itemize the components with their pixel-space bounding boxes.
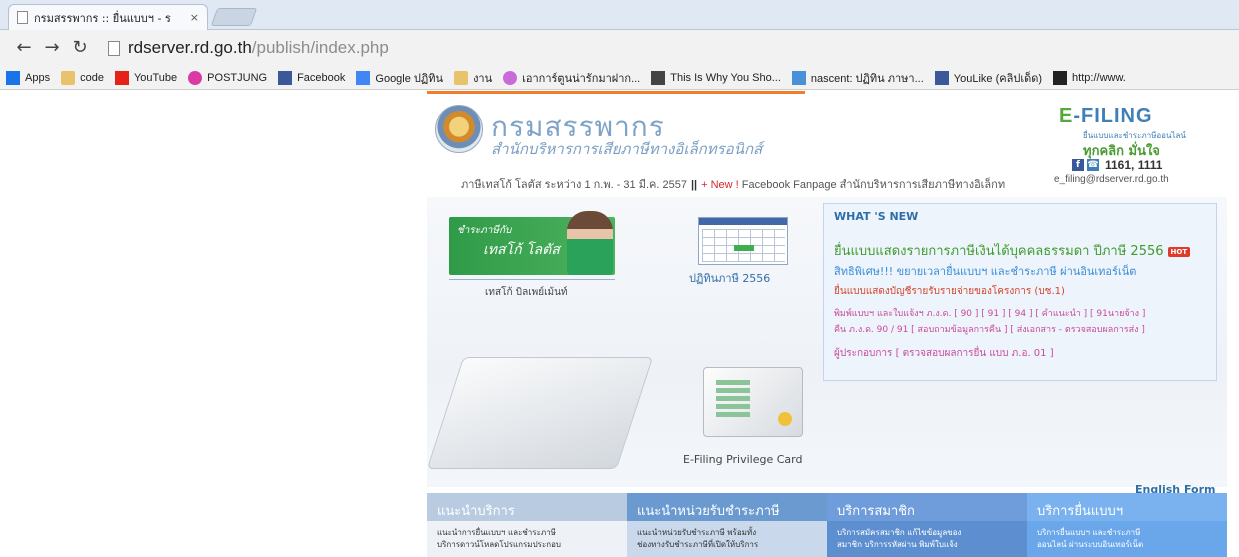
- news-ticker[interactable]: ภาษีเทสโก้ โลตัส ระหว่าง 1 ก.พ. - 31 มี.…: [461, 175, 1021, 191]
- facebook-icon: [278, 70, 293, 85]
- page-content: กรมสรรพากร สำนักบริหารการเสียภาษีทางอิเล…: [426, 91, 1227, 557]
- apps-icon: [6, 70, 20, 85]
- facebook-icon: [934, 70, 949, 85]
- reload-icon[interactable]: ↻: [68, 36, 92, 60]
- news-item-pit-2556[interactable]: ยื่นแบบแสดงรายการภาษีเงินได้บุคคลธรรมดา …: [834, 240, 1191, 261]
- bookmark-label: Facebook: [297, 71, 346, 84]
- bookmark-label: YouTube: [133, 71, 178, 84]
- member-services-panel: บริการสมาชิก บริการสมัครสมาชิก แก้ไขข้อม…: [827, 493, 1027, 557]
- bookmark-item[interactable]: เอาการ์ตูนน่ารักมาฝาก...: [503, 69, 640, 87]
- tab-title: กรมสรรพากร :: ยื่นแบบฯ - ร: [34, 11, 171, 25]
- bookmark-label: Apps: [25, 71, 51, 84]
- bookmark-item[interactable]: งาน: [454, 69, 492, 87]
- bookmark-item[interactable]: Google ปฏิทิน: [356, 69, 443, 87]
- bookmark-label: This Is Why You Sho...: [670, 71, 781, 84]
- privilege-card-caption[interactable]: E-Filing Privilege Card: [683, 453, 802, 466]
- bookmark-label: Google ปฏิทิน: [375, 72, 444, 85]
- browser-toolbar: ← → ↻ rdserver.rd.go.th /publish/index.p…: [0, 30, 1239, 66]
- bookmark-item[interactable]: Facebook: [278, 70, 346, 85]
- tab-bar: กรมสรรพากร :: ยื่นแบบฯ - ร ×: [0, 0, 1239, 30]
- tax-calendar-link[interactable]: ปฏิทินภาษี 2556: [689, 269, 770, 287]
- promo-woman-image: [567, 211, 613, 275]
- bookmark-label: nascent: ปฏิทิน ภาษา...: [810, 72, 924, 85]
- hero-area: ชำระภาษีกับ เทสโก้ โลตัส เทสโก้ บิลเพย์เ…: [426, 197, 1227, 496]
- tesco-bill-payment-link[interactable]: เทสโก้ บิลเพย์เม้นท์: [485, 285, 568, 300]
- bookmark-label: เอาการ์ตูนน่ารักมาฝาก...: [522, 72, 641, 85]
- circle-icon: [188, 70, 203, 85]
- payment-agents-panel: แนะนำหน่วยรับชำระภาษี แนะนำหน่วยรับชำระภ…: [627, 493, 827, 557]
- news-item-operator[interactable]: ผู้ประกอบการ [ ตรวจสอบผลการยื่น แบบ ภ.อ.…: [834, 346, 1054, 361]
- youtube-icon: [114, 70, 129, 85]
- service-title: แนะนำหน่วยรับชำระภาษี: [627, 493, 827, 521]
- contact-email[interactable]: e_filing@rdserver.rd.go.th: [1054, 174, 1169, 185]
- top-accent-line: [427, 91, 805, 94]
- tax-calendar-icon[interactable]: [698, 217, 788, 265]
- hot-badge: HOT: [1167, 246, 1191, 257]
- bookmark-label: งาน: [473, 72, 493, 85]
- back-icon[interactable]: ←: [12, 36, 36, 60]
- whats-new-panel: WHAT 'S NEW ยื่นแบบแสดงรายการภาษีเงินได้…: [823, 203, 1217, 381]
- page-icon: [1053, 70, 1068, 85]
- efiling-logo: E-FILING: [1059, 105, 1153, 127]
- forward-icon[interactable]: →: [40, 36, 64, 60]
- service-title: บริการสมาชิก: [827, 493, 1027, 521]
- bookmark-item[interactable]: This Is Why You Sho...: [651, 70, 781, 85]
- service-title: บริการยื่นแบบฯ: [1027, 493, 1227, 521]
- news-item-print-forms[interactable]: พิมพ์แบบฯ และใบแจ้งฯ ภ.ง.ด. [ 90 ] [ 91 …: [834, 306, 1145, 320]
- url-path: /publish/index.php: [251, 38, 389, 57]
- flag-icon: [791, 70, 806, 85]
- address-bar[interactable]: rdserver.rd.go.th /publish/index.php: [98, 34, 1233, 62]
- laptop-image: [426, 357, 654, 469]
- service-guide-panel: แนะนำบริการ แนะนำการยื่นแบบฯ และชำระภาษี…: [427, 493, 627, 557]
- contact-row: f ☎ 1161, 1111: [1072, 158, 1162, 172]
- bookmark-item[interactable]: YouTube: [114, 70, 178, 85]
- bookmark-label: http://www.: [1072, 71, 1126, 84]
- facebook-icon[interactable]: f: [1072, 159, 1084, 171]
- google-icon: [356, 70, 371, 85]
- bookmark-label: YouLike (คลิปเด็ด): [953, 72, 1043, 85]
- phone-number: 1161, 1111: [1105, 158, 1163, 172]
- bookmark-item[interactable]: code: [61, 70, 104, 85]
- divider: [449, 279, 615, 280]
- camera-icon: [651, 70, 666, 85]
- whats-new-title: WHAT 'S NEW: [834, 210, 919, 223]
- revenue-department-seal-icon: [435, 105, 483, 153]
- folder-icon: [61, 70, 76, 85]
- phone-icon: ☎: [1087, 159, 1099, 171]
- bookmark-item[interactable]: YouLike (คลิปเด็ด): [934, 69, 1043, 87]
- bookmark-item[interactable]: nascent: ปฏิทิน ภาษา...: [791, 69, 924, 87]
- close-icon[interactable]: ×: [190, 11, 199, 24]
- services-strip: แนะนำบริการ แนะนำการยื่นแบบฯ และชำระภาษี…: [427, 493, 1227, 557]
- bookmark-label: code: [80, 71, 104, 84]
- page-icon: [17, 11, 28, 24]
- efiling-services-panel: บริการยื่นแบบฯ บริการยื่นแบบฯ และชำระภาษ…: [1027, 493, 1227, 557]
- bookmark-item[interactable]: http://www.: [1053, 70, 1126, 85]
- new-tab-button[interactable]: [210, 8, 258, 26]
- page-icon: [108, 40, 120, 56]
- url-host: rdserver.rd.go.th: [128, 38, 252, 57]
- circle-icon: [503, 70, 518, 85]
- bookmark-label: POSTJUNG: [207, 71, 268, 84]
- bookmark-item[interactable]: Apps: [6, 70, 51, 85]
- tesco-lotus-banner[interactable]: ชำระภาษีกับ เทสโก้ โลตัส: [449, 211, 615, 275]
- service-title: แนะนำบริการ: [427, 493, 627, 521]
- news-item-extension[interactable]: สิทธิพิเศษ!!! ขยายเวลายื่นแบบฯ และชำระภา…: [834, 262, 1136, 280]
- news-item-refund[interactable]: คืน ภ.ง.ด. 90 / 91 [ สอบถามข้อมูลการคืน …: [834, 322, 1145, 336]
- browser-tab[interactable]: กรมสรรพากร :: ยื่นแบบฯ - ร ×: [8, 4, 208, 30]
- privilege-card-image[interactable]: [703, 367, 803, 437]
- bookmark-item[interactable]: POSTJUNG: [188, 70, 268, 85]
- department-subtitle: สำนักบริหารการเสียภาษีทางอิเล็กทรอนิกส์: [491, 140, 763, 158]
- bookmarks-bar: Apps code YouTube POSTJUNG Facebook Google ปฏ…: [0, 66, 1239, 90]
- folder-icon: [454, 70, 469, 85]
- news-item-project-account[interactable]: ยื่นแบบแสดงบัญชีรายรับรายจ่ายของโครงการ …: [834, 284, 1065, 299]
